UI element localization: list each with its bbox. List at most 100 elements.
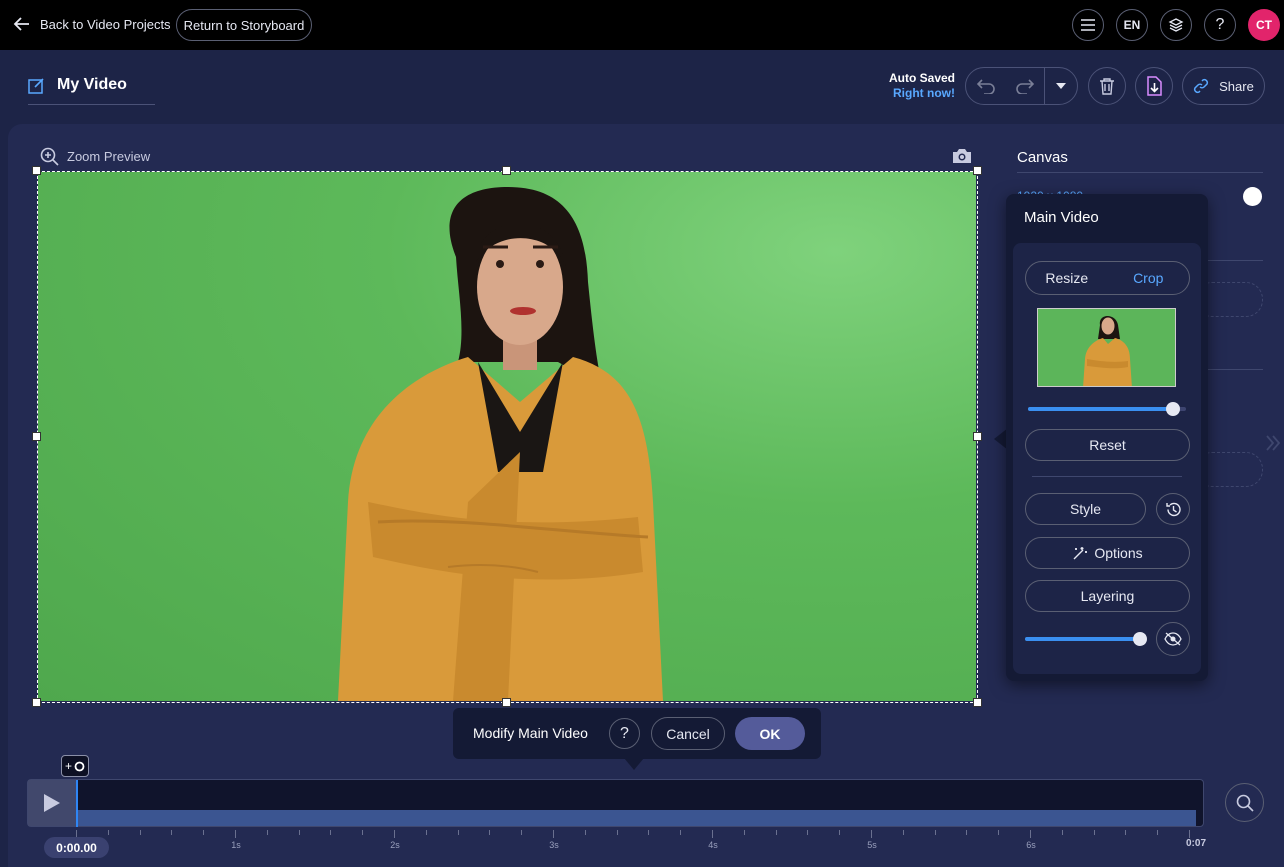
magic-wand-icon [1073,547,1088,560]
language-button[interactable]: EN [1116,9,1148,41]
options-label: Options [1094,545,1143,561]
eye-slash-icon [1164,632,1182,646]
ruler-tick [1093,830,1095,835]
resize-handle-left[interactable] [32,432,41,441]
add-marker-button[interactable]: + [61,755,89,777]
ruler-tick [775,830,777,835]
marker-circle-icon [74,761,85,771]
search-icon [1236,794,1254,812]
add-marker-label: + [64,759,72,773]
style-button[interactable]: Style [1025,493,1146,525]
video-thumbnail [1037,308,1176,387]
modify-toolbar-caret [624,758,644,770]
video-preview[interactable] [38,172,976,701]
background-color-swatch[interactable] [1243,187,1262,206]
ruler-tick-label: 4s [708,840,718,850]
project-title[interactable]: My Video [57,76,127,94]
menu-button[interactable] [1072,9,1104,41]
ruler-tick-label: 3s [549,840,559,850]
project-title-row[interactable]: My Video [28,76,127,94]
ruler-tick [553,830,554,838]
ruler-tick [330,830,332,835]
ruler-tick [298,830,300,835]
trash-icon [1100,78,1114,95]
opacity-slider-knob[interactable] [1133,632,1147,646]
visibility-toggle[interactable] [1156,622,1190,656]
back-to-projects-link[interactable]: Back to Video Projects [12,14,171,34]
resize-handle-top[interactable] [502,166,511,175]
current-time: 0:00.00 [44,837,109,858]
ruler-tick [1125,830,1127,835]
ok-button[interactable]: OK [735,717,805,750]
ruler-tick [1030,830,1031,838]
modify-label: Modify Main Video [473,725,588,741]
download-file-icon [1147,76,1162,96]
playhead[interactable] [76,780,78,827]
share-label: Share [1219,78,1254,94]
zoom-preview-label: Zoom Preview [67,149,151,164]
ruler-tick [839,830,841,835]
ruler-tick [139,830,141,835]
zoom-in-icon [40,147,59,166]
reset-button[interactable]: Reset [1025,429,1190,461]
top-bar: Back to Video Projects Return to Storybo… [0,0,1284,50]
link-icon [1194,78,1209,94]
ruler-tick [871,830,872,838]
return-to-storyboard-button[interactable]: Return to Storyboard [176,9,312,41]
resize-handle-right[interactable] [973,432,982,441]
tab-crop[interactable]: Crop [1108,262,1190,294]
options-button[interactable]: Options [1025,537,1190,569]
autosave-status: Auto Saved Right now! [889,71,955,101]
arrow-left-icon [13,17,29,31]
ruler-tick-label: 2s [390,840,400,850]
cancel-button[interactable]: Cancel [651,717,725,750]
canvas-panel-title: Canvas [1017,149,1068,166]
ruler-tick [1189,830,1190,838]
end-time: 0:07 [1186,838,1207,849]
ruler-tick-label: 5s [867,840,877,850]
redo-icon [1016,79,1035,94]
ruler-tick [998,830,1000,835]
timeline-ruler: 1s 2s 3s 4s 5s 6s [76,830,1207,850]
camera-icon [953,149,971,163]
back-label: Back to Video Projects [40,16,171,32]
ruler-tick [521,830,523,835]
layers-button[interactable] [1160,9,1192,41]
ruler-tick [584,830,586,835]
modify-help-button[interactable]: ? [609,718,640,749]
tab-resize[interactable]: Resize [1026,262,1108,294]
play-button[interactable] [28,780,76,826]
resize-handle-bottom-left[interactable] [32,698,41,707]
ruler-tick [743,830,745,835]
undo-button[interactable] [966,68,1006,104]
ruler-tick [425,830,427,835]
chevron-right-icon[interactable] [1265,434,1281,452]
user-avatar[interactable]: CT [1248,9,1280,41]
main-video-title: Main Video [1024,209,1099,226]
style-history-button[interactable] [1156,493,1190,525]
layering-button[interactable]: Layering [1025,580,1190,612]
resize-handle-bottom-right[interactable] [973,698,982,707]
snapshot-button[interactable] [952,148,972,169]
redo-button[interactable] [1006,68,1044,104]
chevron-down-icon [1056,83,1066,89]
opacity-slider-fill [1025,637,1140,641]
help-button[interactable]: ? [1204,9,1236,41]
hamburger-icon [1081,19,1095,31]
undo-icon [976,79,995,94]
autosave-time: Right now! [893,86,955,100]
zoom-preview-button[interactable]: Zoom Preview [40,147,150,166]
canvas-divider [1017,172,1263,173]
share-button[interactable]: Share [1182,67,1265,105]
timeline-zoom-button[interactable] [1225,783,1264,822]
ruler-tick [680,830,682,835]
download-button[interactable] [1135,67,1173,105]
main-video-clip[interactable] [77,810,1196,826]
resize-handle-top-left[interactable] [32,166,41,175]
delete-button[interactable] [1088,67,1126,105]
resize-handle-bottom[interactable] [502,698,511,707]
canvas-divider [1208,260,1263,261]
history-dropdown-button[interactable] [1044,68,1077,104]
resize-handle-top-right[interactable] [973,166,982,175]
panel-divider [1032,476,1182,477]
